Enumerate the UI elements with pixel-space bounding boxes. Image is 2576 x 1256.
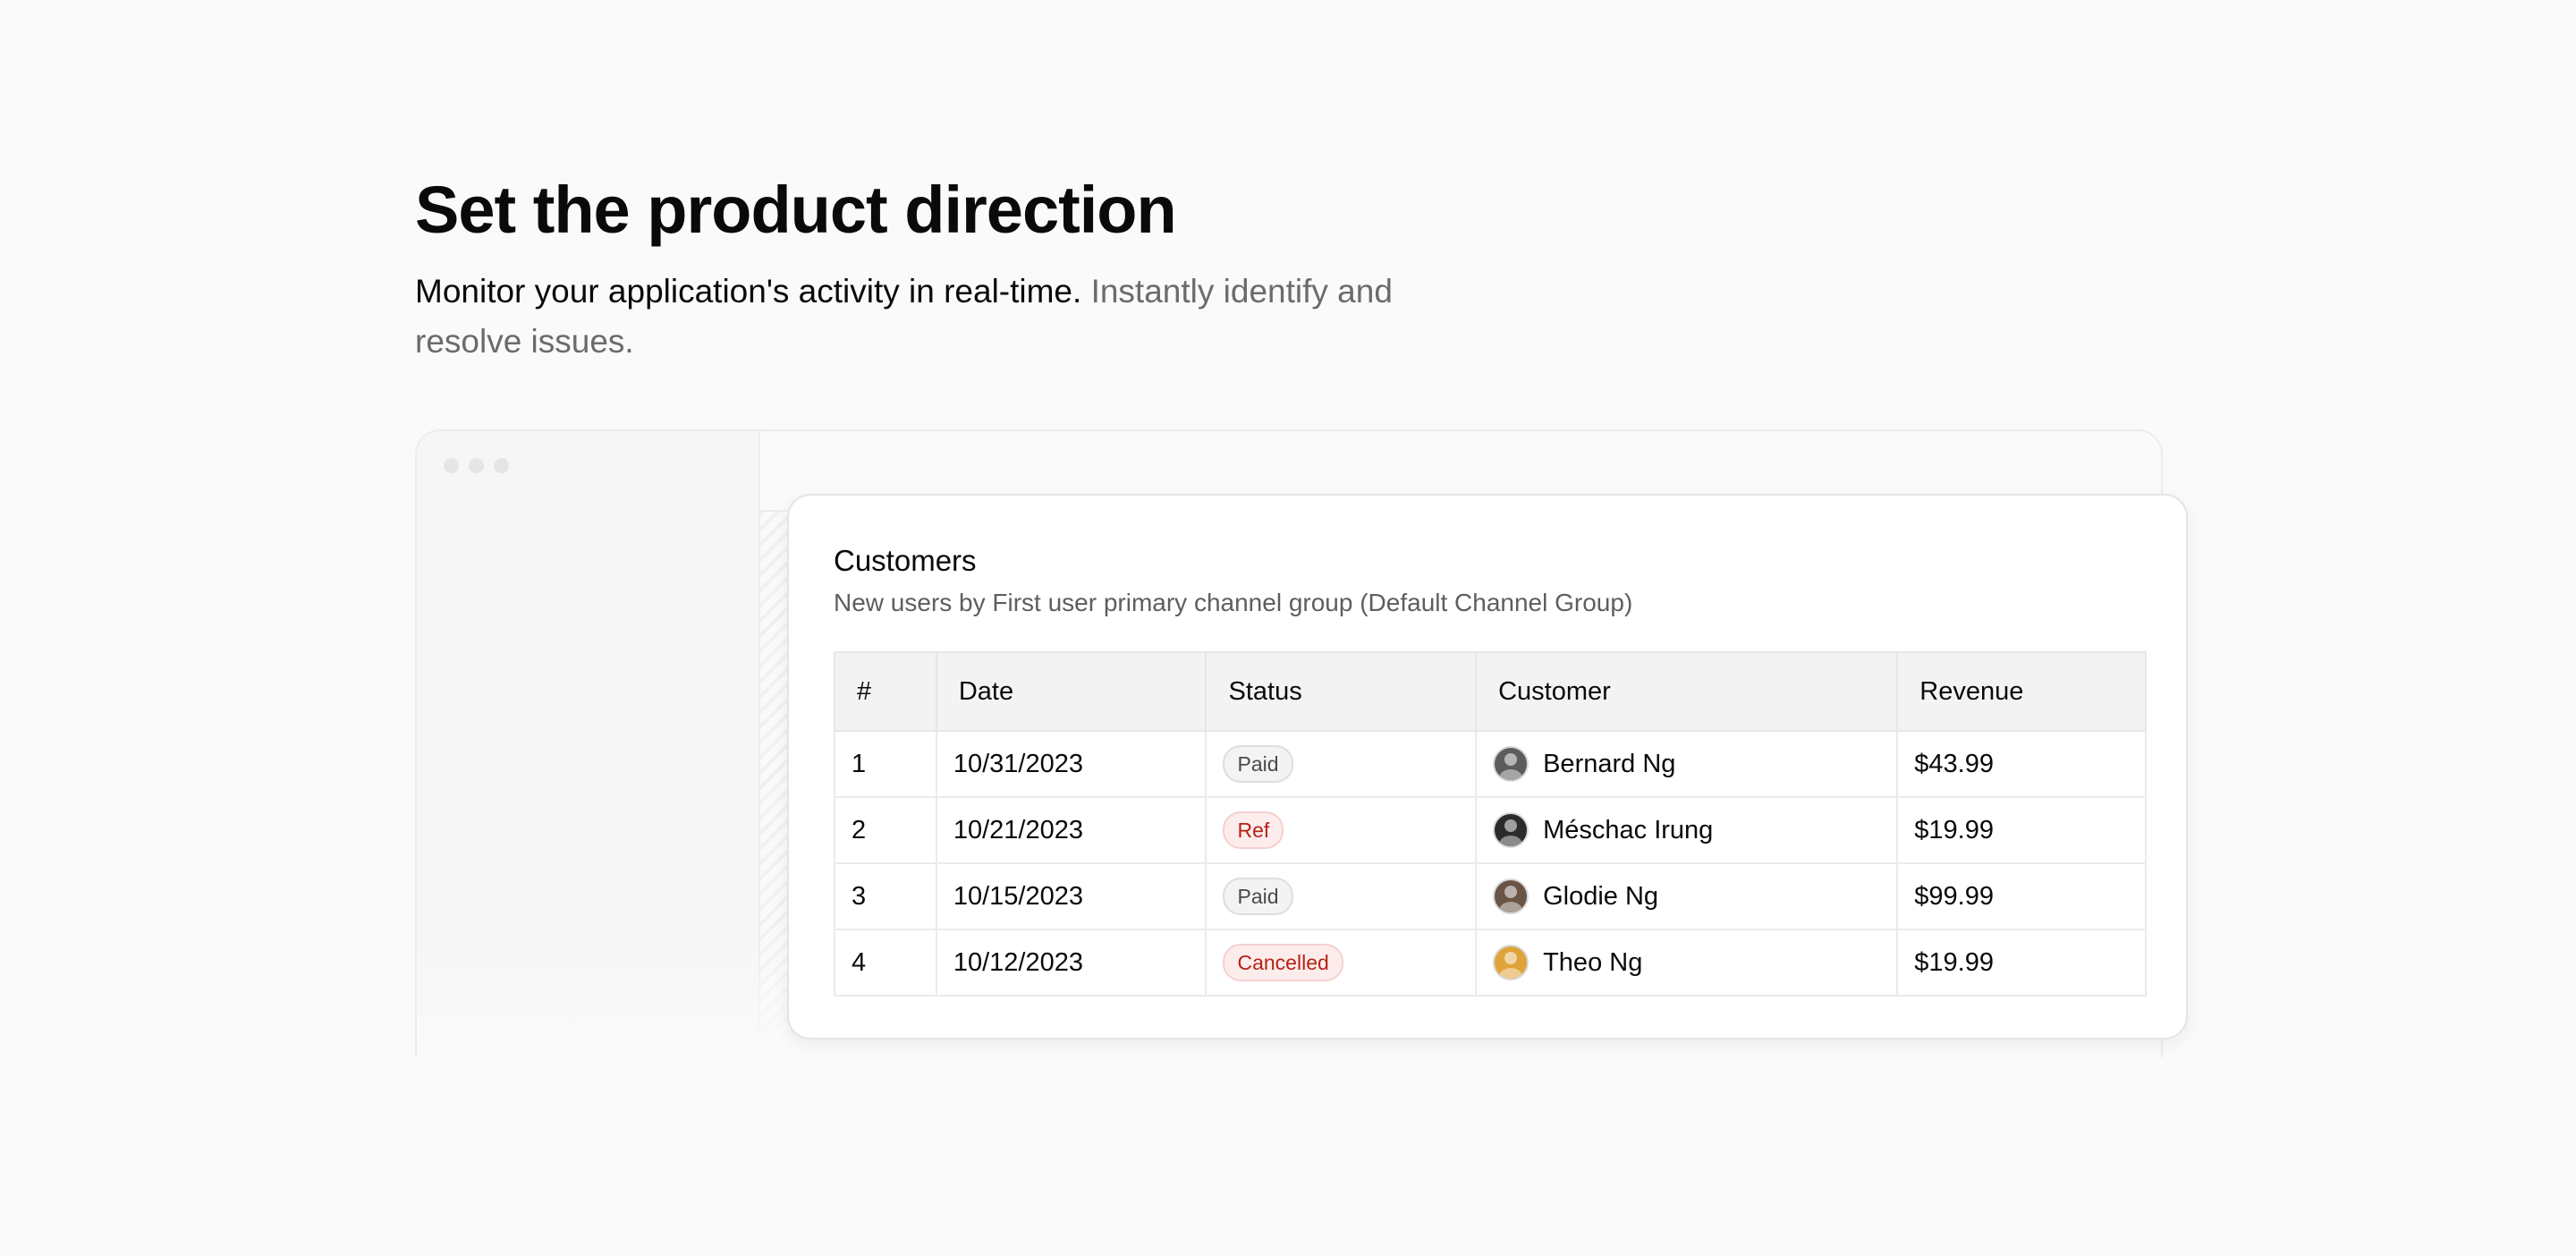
card-title: Customers xyxy=(834,544,977,577)
column-header-status[interactable]: Status xyxy=(1205,651,1478,732)
window-dot-icon xyxy=(469,458,484,473)
page-description: Monitor your application's activity in r… xyxy=(415,267,1417,367)
cell-customer: Theo Ng xyxy=(1475,929,1899,997)
table-row[interactable]: 3 10/15/2023 Paid Glodie Ng $99.99 xyxy=(834,862,2147,930)
description-lead: Monitor your application's activity in r… xyxy=(415,273,1082,310)
customer-name: Theo Ng xyxy=(1543,947,1643,977)
cell-revenue: $19.99 xyxy=(1896,796,2147,864)
cell-status: Cancelled xyxy=(1205,929,1478,997)
window-dot-icon xyxy=(494,458,509,473)
cell-date: 10/21/2023 xyxy=(935,796,1208,864)
customer: Glodie Ng xyxy=(1493,878,1880,914)
avatar-icon xyxy=(1493,746,1530,782)
cell-revenue: $19.99 xyxy=(1896,929,2147,997)
status-badge: Cancelled xyxy=(1223,944,1343,981)
customer-name: Glodie Ng xyxy=(1543,881,1659,911)
cell-revenue: $43.99 xyxy=(1896,730,2147,798)
customers-table: # Date Status Customer Revenue 1 10/31/2… xyxy=(834,651,2147,997)
window-dot-icon xyxy=(444,458,459,473)
table-row[interactable]: 1 10/31/2023 Paid Bernard Ng $43.99 xyxy=(834,730,2147,798)
status-badge: Paid xyxy=(1223,745,1293,783)
cell-number: 3 xyxy=(834,862,937,930)
cell-customer: Méschac Irung xyxy=(1475,796,1899,864)
customer: Méschac Irung xyxy=(1493,812,1880,848)
column-header-number[interactable]: # xyxy=(834,651,937,732)
cell-number: 1 xyxy=(834,730,937,798)
hero-section: Set the product direction Monitor your a… xyxy=(415,170,1488,367)
cell-revenue: $99.99 xyxy=(1896,862,2147,930)
cell-date: 10/31/2023 xyxy=(935,730,1208,798)
cell-number: 2 xyxy=(834,796,937,864)
cell-number: 4 xyxy=(834,929,937,997)
cell-date: 10/15/2023 xyxy=(935,862,1208,930)
cell-customer: Bernard Ng xyxy=(1475,730,1899,798)
avatar-icon xyxy=(1493,812,1530,848)
window-controls xyxy=(444,458,509,473)
customers-card: Customers New users by First user primar… xyxy=(787,494,2188,1040)
column-header-date[interactable]: Date xyxy=(935,651,1208,732)
cell-status: Paid xyxy=(1205,730,1478,798)
customer: Bernard Ng xyxy=(1493,746,1880,782)
status-badge: Ref xyxy=(1223,811,1284,849)
table-header-row: # Date Status Customer Revenue xyxy=(834,651,2147,732)
customer-name: Méschac Irung xyxy=(1543,815,1714,844)
customer-name: Bernard Ng xyxy=(1543,749,1676,778)
column-header-customer[interactable]: Customer xyxy=(1475,651,1899,732)
table-row[interactable]: 4 10/12/2023 Cancelled Theo Ng $19.99 xyxy=(834,929,2147,997)
cell-status: Paid xyxy=(1205,862,1478,930)
cell-status: Ref xyxy=(1205,796,1478,864)
avatar-icon xyxy=(1493,878,1530,914)
table-row[interactable]: 2 10/21/2023 Ref Méschac Irung $19.99 xyxy=(834,796,2147,864)
cell-customer: Glodie Ng xyxy=(1475,862,1899,930)
cell-date: 10/12/2023 xyxy=(935,929,1208,997)
status-badge: Paid xyxy=(1223,878,1293,915)
customer: Theo Ng xyxy=(1493,945,1880,980)
column-header-revenue[interactable]: Revenue xyxy=(1896,651,2147,732)
page-title: Set the product direction xyxy=(415,173,1177,247)
card-subtitle: New users by First user primary channel … xyxy=(834,589,1633,616)
avatar-icon xyxy=(1493,945,1530,980)
